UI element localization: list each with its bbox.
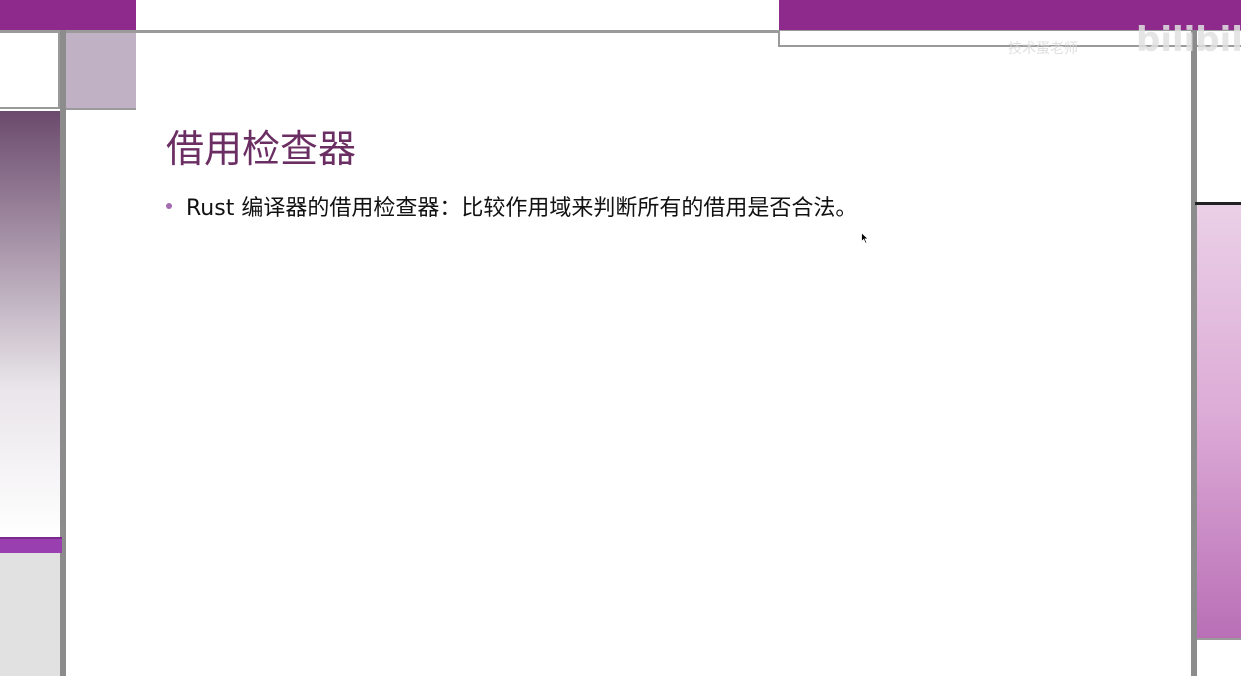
right-bottom-panel (1197, 638, 1241, 676)
right-gradient-panel (1197, 205, 1241, 638)
bilibili-logo-watermark: bilibili (1136, 20, 1241, 60)
bullet-text: Rust 编译器的借用检查器：比较作用域来判断所有的借用是否合法。 (186, 196, 858, 221)
bullet-dot-icon (166, 203, 172, 209)
presentation-slide: 技术蛋老师 bilibili 借用检查器 Rust 编译器的借用检查器：比较作用… (0, 0, 1241, 676)
slide-title: 借用检查器 (166, 127, 357, 171)
top-left-accent-bar (0, 0, 136, 31)
left-top-panel (0, 33, 60, 109)
left-mauve-panel (64, 33, 136, 110)
left-gradient-panel (0, 111, 60, 537)
watermark-text: 技术蛋老师 (1008, 41, 1078, 57)
mouse-cursor-icon (861, 232, 869, 244)
bullet-item: Rust 编译器的借用检查器：比较作用域来判断所有的借用是否合法。 (166, 190, 857, 222)
left-purple-strip (0, 537, 62, 553)
right-top-panel (1197, 47, 1241, 202)
left-bottom-panel (0, 553, 60, 676)
left-vertical-line (60, 30, 66, 676)
